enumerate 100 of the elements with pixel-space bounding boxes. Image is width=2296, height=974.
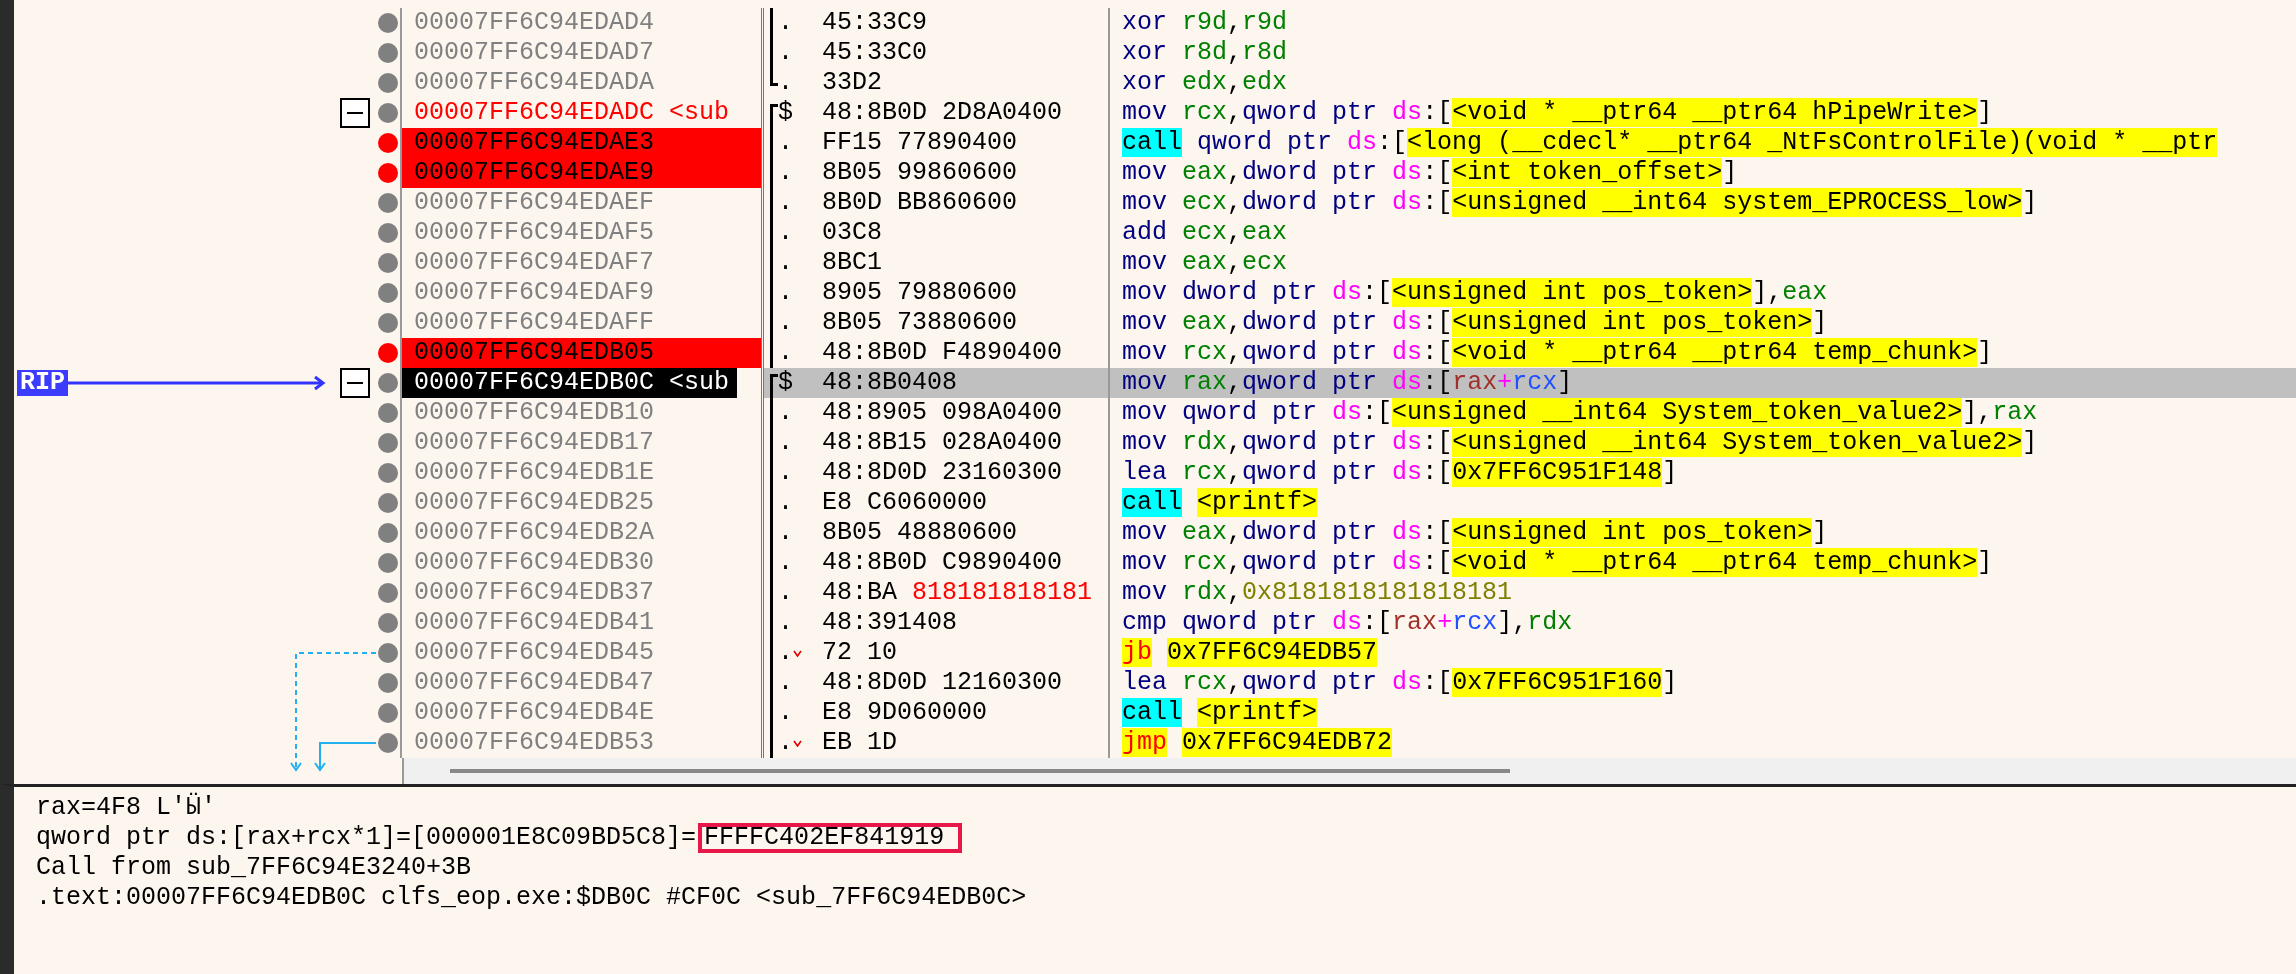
prefix-mark: . <box>778 728 793 758</box>
address-cell[interactable]: 00007FF6C94EDB47 <box>402 668 761 698</box>
bytes-cell-text: 45:33C9 <box>821 8 928 38</box>
prefix-mark: . <box>778 8 793 38</box>
instruction-text: mov eax,ecx <box>1122 248 1288 278</box>
address-cell[interactable]: 00007FF6C94EDADC <sub <box>402 98 761 128</box>
bytes-cell-text: 8BC1 <box>821 248 882 278</box>
horizontal-scrollbar[interactable] <box>402 758 2296 784</box>
instruction-text: mov eax,dword ptr ds:[<unsigned int pos_token>] <box>1122 518 1828 548</box>
prefix-mark: . <box>778 128 793 158</box>
address-cell[interactable]: 00007FF6C94EDB25 <box>402 488 761 518</box>
address-cell[interactable]: 00007FF6C94EDB45 <box>402 638 761 668</box>
address-cell[interactable]: 00007FF6C94EDB4E <box>402 698 761 728</box>
prefix-mark: . <box>778 68 793 98</box>
minus-icon <box>347 381 363 385</box>
prefix-mark: $ <box>778 368 793 398</box>
prefix-mark: . <box>778 488 793 518</box>
bytes-cell-text: 48:391408 <box>821 608 958 638</box>
bytes-cell-text: 48:8B0D C9890400 <box>821 548 1063 578</box>
address-cell[interactable]: 00007FF6C94EDB05 <box>402 338 761 368</box>
address-cell[interactable]: 00007FF6C94EDB2A <box>402 518 761 548</box>
bytes-cell-text: E8 C6060000 <box>821 488 988 518</box>
breakpoint-toggle[interactable] <box>378 43 398 63</box>
breakpoint-dot[interactable] <box>378 163 398 183</box>
prefix-mark: . <box>778 278 793 308</box>
bytes-cell-text: 48:8D0D 12160300 <box>821 668 1063 698</box>
address-cell[interactable]: 00007FF6C94EDAE3 <box>402 128 761 158</box>
collapse-button[interactable] <box>340 368 370 398</box>
info-text: rax=4F8 L'Ӹ' <box>36 793 217 823</box>
address-cell[interactable]: 00007FF6C94EDB17 <box>402 428 761 458</box>
address-cell[interactable]: 00007FF6C94EDAEF <box>402 188 761 218</box>
prefix-mark: $ <box>778 98 793 128</box>
bytes-cell-text: FF15 77890400 <box>821 128 1018 158</box>
breakpoint-toggle[interactable] <box>378 283 398 303</box>
instruction-text: jmp 0x7FF6C94EDB72 <box>1122 728 1393 758</box>
address-cell[interactable]: 00007FF6C94EDB10 <box>402 398 761 428</box>
bytes-cell-text: 48:BA 818181818181 <box>821 578 1093 608</box>
breakpoint-toggle[interactable] <box>378 703 398 723</box>
prefix-mark: . <box>778 428 793 458</box>
breakpoint-toggle[interactable] <box>378 403 398 423</box>
breakpoint-toggle[interactable] <box>378 553 398 573</box>
bytes-cell-text: 8905 79880600 <box>821 278 1018 308</box>
address-cell[interactable]: 00007FF6C94EDAF5 <box>402 218 761 248</box>
bytes-cell-text: 03C8 <box>821 218 882 248</box>
breakpoint-toggle[interactable] <box>378 643 398 663</box>
address-cell[interactable]: 00007FF6C94EDAE9 <box>402 158 761 188</box>
bytes-cell-text: 45:33C0 <box>821 38 928 68</box>
bytes-cell-text: E8 9D060000 <box>821 698 988 728</box>
instruction-text: mov rax,qword ptr ds:[rax+rcx] <box>1122 368 1573 398</box>
breakpoint-toggle[interactable] <box>378 103 398 123</box>
instruction-text: mov eax,dword ptr ds:[<unsigned int pos_token>] <box>1122 308 1828 338</box>
breakpoint-toggle[interactable] <box>378 223 398 243</box>
instruction-text: cmp qword ptr ds:[rax+rcx],rdx <box>1122 608 1573 638</box>
bytes-cell-text: 8B05 48880600 <box>821 518 1018 548</box>
address-cell[interactable]: 00007FF6C94EDB0C <sub <box>402 368 738 398</box>
address-cell[interactable]: 00007FF6C94EDADA <box>402 68 761 98</box>
breakpoint-toggle[interactable] <box>378 433 398 453</box>
breakpoint-dot[interactable] <box>378 133 398 153</box>
instruction-text: mov dword ptr ds:[<unsigned int pos_token>],eax <box>1122 278 1828 308</box>
address-cell[interactable]: 00007FF6C94EDB1E <box>402 458 761 488</box>
breakpoint-toggle[interactable] <box>378 73 398 93</box>
breakpoint-toggle[interactable] <box>378 673 398 693</box>
instruction-text: add ecx,eax <box>1122 218 1288 248</box>
breakpoint-toggle[interactable] <box>378 583 398 603</box>
breakpoint-toggle[interactable] <box>378 13 398 33</box>
prefix-mark: . <box>778 518 793 548</box>
collapse-button[interactable] <box>340 98 370 128</box>
instruction-text: call <printf> <box>1122 698 1318 728</box>
breakpoint-toggle[interactable] <box>378 373 398 393</box>
instruction-text: lea rcx,qword ptr ds:[0x7FF6C951F160] <box>1122 668 1678 698</box>
breakpoint-toggle[interactable] <box>378 733 398 753</box>
breakpoint-toggle[interactable] <box>378 253 398 273</box>
breakpoint-toggle[interactable] <box>378 493 398 513</box>
prefix-mark: . <box>778 398 793 428</box>
prefix-mark: . <box>778 248 793 278</box>
prefix-mark: . <box>778 608 793 638</box>
address-cell[interactable]: 00007FF6C94EDAF9 <box>402 278 761 308</box>
breakpoint-dot[interactable] <box>378 343 398 363</box>
prefix-mark: . <box>778 38 793 68</box>
prefix-mark: . <box>778 638 793 668</box>
prefix-mark: . <box>778 458 793 488</box>
highlighted-value: FFFFC402EF841919 <box>698 823 963 853</box>
address-cell[interactable]: 00007FF6C94EDAF7 <box>402 248 761 278</box>
address-cell[interactable]: 00007FF6C94EDAFF <box>402 308 761 338</box>
address-cell[interactable]: 00007FF6C94EDAD4 <box>402 8 761 38</box>
breakpoint-toggle[interactable] <box>378 463 398 483</box>
address-cell[interactable]: 00007FF6C94EDAD7 <box>402 38 761 68</box>
address-cell[interactable]: 00007FF6C94EDB53 <box>402 728 761 758</box>
address-cell[interactable]: 00007FF6C94EDB41 <box>402 608 761 638</box>
bytes-cell-text: 72 10 <box>821 638 897 668</box>
breakpoint-toggle[interactable] <box>378 523 398 543</box>
breakpoint-toggle[interactable] <box>378 613 398 633</box>
prefix-mark: . <box>778 158 793 188</box>
breakpoint-toggle[interactable] <box>378 193 398 213</box>
address-cell[interactable]: 00007FF6C94EDB30 <box>402 548 761 578</box>
prefix-mark: . <box>778 218 793 248</box>
breakpoint-toggle[interactable] <box>378 313 398 333</box>
bytes-cell-text: 48:8B15 028A0400 <box>821 428 1063 458</box>
address-cell[interactable]: 00007FF6C94EDB37 <box>402 578 761 608</box>
instruction-text: lea rcx,qword ptr ds:[0x7FF6C951F148] <box>1122 458 1678 488</box>
